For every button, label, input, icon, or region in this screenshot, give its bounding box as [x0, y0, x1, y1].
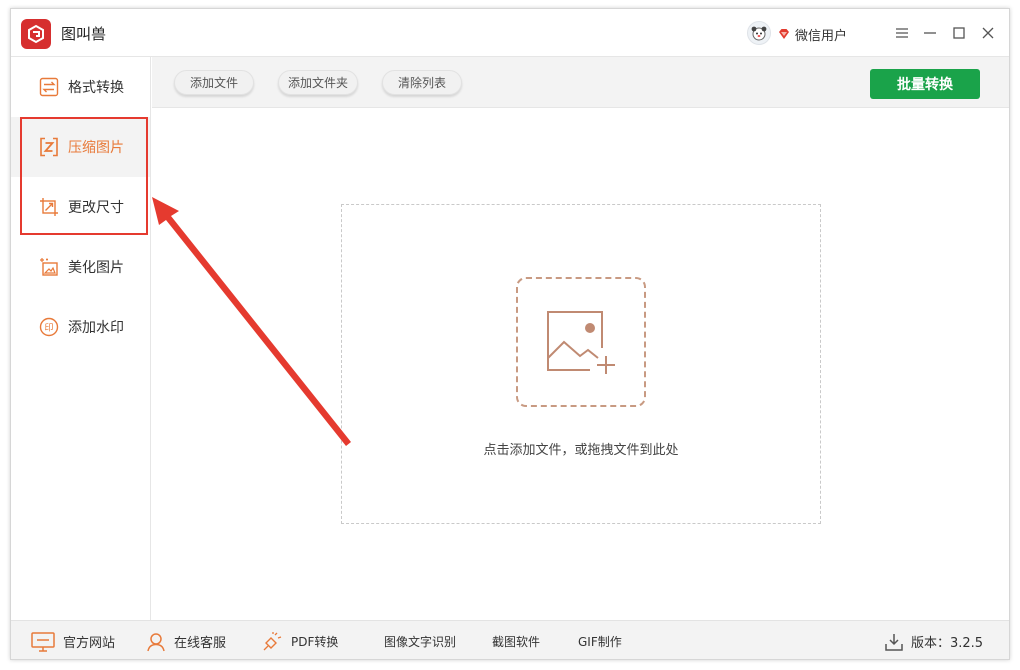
sidebar-item-label: 格式转换	[68, 80, 124, 96]
sidebar-item-label: 压缩图片	[68, 140, 124, 156]
sidebar-item-resize[interactable]: 更改尺寸	[11, 177, 150, 237]
monitor-icon	[31, 631, 55, 652]
app-logo-icon	[21, 19, 51, 49]
clear-list-button[interactable]: 清除列表	[382, 70, 462, 95]
gif-maker-link[interactable]: GIF制作	[578, 621, 622, 659]
bulb-icon	[261, 631, 283, 653]
svg-text:印: 印	[44, 322, 53, 334]
ocr-link[interactable]: 图像文字识别	[384, 621, 456, 659]
pdf-convert-link[interactable]: PDF转换	[261, 621, 338, 659]
resize-icon	[39, 197, 59, 217]
sidebar-item-label: 美化图片	[68, 260, 124, 276]
toolbar: 添加文件 添加文件夹 清除列表 批量转换	[152, 57, 1009, 108]
batch-convert-button[interactable]: 批量转换	[870, 69, 980, 99]
sidebar-item-watermark[interactable]: 印 添加水印	[11, 297, 150, 357]
vip-diamond-icon	[777, 26, 791, 40]
add-image-icon[interactable]	[516, 277, 646, 407]
user-avatar[interactable]	[747, 21, 771, 45]
online-support-link[interactable]: 在线客服	[146, 621, 226, 659]
menu-icon[interactable]	[891, 22, 913, 44]
title-bar: 图叫兽 微信用户	[11, 9, 1009, 57]
sidebar-item-label: 更改尺寸	[68, 200, 124, 216]
screenshot-software-link[interactable]: 截图软件	[492, 621, 540, 659]
drop-hint-text: 点击添加文件，或拖拽文件到此处	[483, 443, 679, 458]
sidebar-item-format-convert[interactable]: 格式转换	[11, 57, 150, 117]
app-title: 图叫兽	[61, 25, 107, 43]
maximize-icon[interactable]	[948, 22, 970, 44]
footer-bar: 官方网站 在线客服 PDF转换 图像文字识别 截图软件 GIF制作 版本：3.2…	[11, 620, 1009, 659]
user-support-icon	[146, 632, 166, 652]
minimize-icon[interactable]	[919, 22, 941, 44]
sidebar-item-compress[interactable]: 压缩图片	[11, 117, 150, 177]
add-folder-button[interactable]: 添加文件夹	[278, 70, 358, 95]
file-drop-zone[interactable]: 点击添加文件，或拖拽文件到此处	[341, 204, 821, 524]
version-info[interactable]: 版本：3.2.5	[885, 621, 983, 659]
sidebar-item-label: 添加水印	[68, 320, 124, 336]
format-convert-icon	[39, 77, 59, 97]
watermark-icon: 印	[39, 317, 59, 337]
user-name[interactable]: 微信用户	[795, 25, 847, 44]
add-file-button[interactable]: 添加文件	[174, 70, 254, 95]
official-website-link[interactable]: 官方网站	[31, 621, 115, 659]
app-window: 图叫兽 微信用户 格式转换 压缩图片 更改尺寸 美化图片 印 添加水印 添加文件…	[10, 8, 1010, 660]
sidebar: 格式转换 压缩图片 更改尺寸 美化图片 印 添加水印	[11, 57, 151, 620]
beautify-icon	[39, 257, 59, 277]
download-icon	[885, 633, 903, 651]
compress-icon	[39, 137, 59, 157]
sidebar-item-beautify[interactable]: 美化图片	[11, 237, 150, 297]
close-icon[interactable]	[977, 22, 999, 44]
